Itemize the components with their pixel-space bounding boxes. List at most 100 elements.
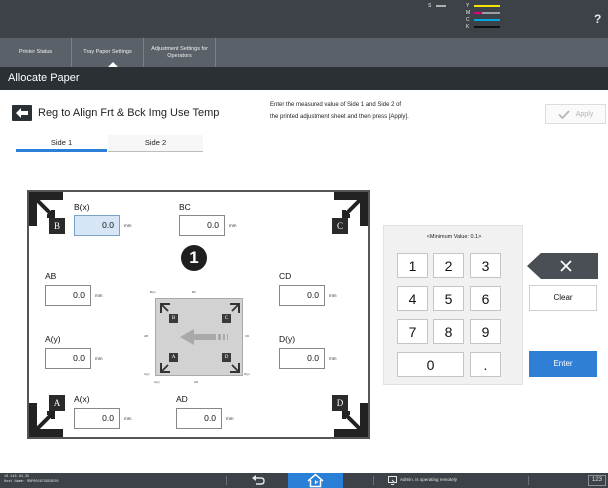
toner-level-bar [474, 12, 482, 14]
tab-printer-status[interactable]: Printer Status [0, 38, 72, 67]
section-header: Allocate Paper [0, 67, 608, 90]
toner-letter: S [428, 3, 432, 9]
separator [528, 476, 529, 485]
mini-corner-c: C [222, 314, 231, 323]
key-decimal[interactable]: . [470, 352, 501, 377]
key-9[interactable]: 9 [470, 319, 501, 344]
key-4[interactable]: 4 [397, 286, 428, 311]
bottom-system-bar: 10.146.84.35 Host Name: RNP0026759E9E05 … [0, 473, 608, 488]
device-info: 10.146.84.35 Host Name: RNP0026759E9E05 [4, 475, 59, 484]
toner-row-c: C [466, 17, 500, 23]
instruction-text: Enter the measured value of Side 1 and S… [270, 99, 490, 123]
bx-input[interactable]: 0.0 [74, 215, 120, 236]
toner-level-bar [474, 5, 500, 7]
unit-label: mm [124, 223, 132, 228]
field-label-bx: B(x) [74, 202, 90, 212]
tab-side-2[interactable]: Side 2 [108, 135, 203, 152]
feed-direction-arrow-icon [160, 303, 240, 373]
key-1[interactable]: 1 [397, 253, 428, 278]
unit-label: mm [329, 356, 337, 361]
toner-row-s: S [428, 3, 446, 9]
return-icon[interactable] [251, 475, 265, 486]
field-label-dy: D(y) [279, 334, 296, 344]
key-0[interactable]: 0 [397, 352, 464, 377]
separator [226, 476, 227, 485]
corner-label-d: D [332, 395, 348, 411]
ab-input[interactable]: 0.0 [45, 285, 91, 306]
back-button[interactable] [12, 105, 32, 121]
apply-label: Apply [575, 110, 594, 118]
mini-label-bc: BC [192, 290, 197, 294]
top-tab-bar: Printer Status Tray Paper Settings Adjus… [0, 38, 608, 67]
toner-empty-bar [482, 12, 500, 14]
toner-row-y: Y [466, 3, 500, 9]
unit-label: mm [229, 223, 237, 228]
field-label-ab: AB [45, 271, 57, 281]
key-2[interactable]: 2 [433, 253, 464, 278]
clear-button[interactable]: Clear [529, 285, 597, 311]
back-arrow-icon [12, 105, 32, 121]
field-label-ax: A(x) [74, 394, 90, 404]
cd-input[interactable]: 0.0 [279, 285, 325, 306]
field-label-ay: A(y) [45, 334, 61, 344]
mini-label-ab: AB [144, 334, 149, 338]
key-5[interactable]: 5 [433, 286, 464, 311]
step-number-badge: 1 [181, 245, 207, 271]
key-8[interactable]: 8 [433, 319, 464, 344]
toner-row-m: M [466, 10, 500, 16]
key-6[interactable]: 6 [470, 286, 501, 311]
tab-side-1[interactable]: Side 1 [16, 135, 107, 152]
bc-input[interactable]: 0.0 [179, 215, 225, 236]
status-bar: S Y M C K ? [0, 0, 608, 38]
checkmark-icon [558, 109, 570, 119]
numeric-keypad-panel: <Minimum Value: 0.1> 1 2 3 4 5 6 7 8 9 0… [383, 225, 523, 385]
counter-button[interactable]: 123 [588, 475, 606, 486]
mini-corner-d: D [222, 353, 231, 362]
help-button[interactable]: ? [594, 12, 608, 26]
unit-label: mm [124, 416, 132, 421]
minimum-value-hint: <Minimum Value: 0.1> [426, 234, 482, 240]
toner-level-bar [474, 19, 500, 21]
instruction-line: Enter the measured value of Side 1 and S… [270, 102, 402, 108]
unit-label: mm [329, 293, 337, 298]
field-label-cd: CD [279, 271, 292, 281]
dy-input[interactable]: 0.0 [279, 348, 325, 369]
sheet-thumbnail: B(x) BC AB CD A(y) D(y) A(x) AD B C A D [144, 290, 254, 390]
backspace-button[interactable] [527, 253, 598, 279]
key-3[interactable]: 3 [470, 253, 501, 278]
key-7[interactable]: 7 [397, 319, 428, 344]
corner-label-c: C [332, 218, 348, 234]
toner-letter: M [466, 10, 471, 16]
home-button[interactable] [288, 473, 343, 488]
field-label-ad: AD [176, 394, 188, 404]
ax-input[interactable]: 0.0 [74, 408, 120, 429]
toner-letter: K [466, 24, 470, 30]
toner-row-k: K [466, 24, 500, 30]
unit-label: mm [226, 416, 234, 421]
remote-operation-icon [388, 476, 397, 485]
unit-label: mm [95, 293, 103, 298]
tab-adjustment-settings[interactable]: Adjustment Settings for Operators [144, 38, 216, 67]
ay-input[interactable]: 0.0 [45, 348, 91, 369]
mini-label-dy: D(y) [244, 372, 250, 376]
mini-sheet: B C A D [155, 298, 243, 376]
corner-label-a: A [49, 395, 65, 411]
apply-button[interactable]: Apply [545, 104, 606, 124]
unit-label: mm [95, 356, 103, 361]
mini-label-ad: AD [194, 380, 199, 384]
ad-input[interactable]: 0.0 [176, 408, 222, 429]
toner-letter: C [466, 17, 470, 23]
corner-label-b: B [49, 218, 65, 234]
mini-label-bx: B(x) [150, 290, 156, 294]
page-title: Reg to Align Frt & Bck Img Use Temp [38, 107, 220, 119]
separator [373, 476, 374, 485]
enter-button[interactable]: Enter [529, 351, 597, 377]
mini-label-cd: CD [245, 334, 250, 338]
mini-label-ax: A(x) [154, 380, 160, 384]
instruction-line: the printed adjustment sheet and then pr… [270, 114, 409, 120]
backspace-icon [527, 253, 598, 279]
toner-level-bar [474, 26, 500, 28]
field-label-bc: BC [179, 202, 191, 212]
toner-letter: Y [466, 3, 470, 9]
host-name: Host Name: RNP0026759E9E05 [4, 479, 59, 484]
